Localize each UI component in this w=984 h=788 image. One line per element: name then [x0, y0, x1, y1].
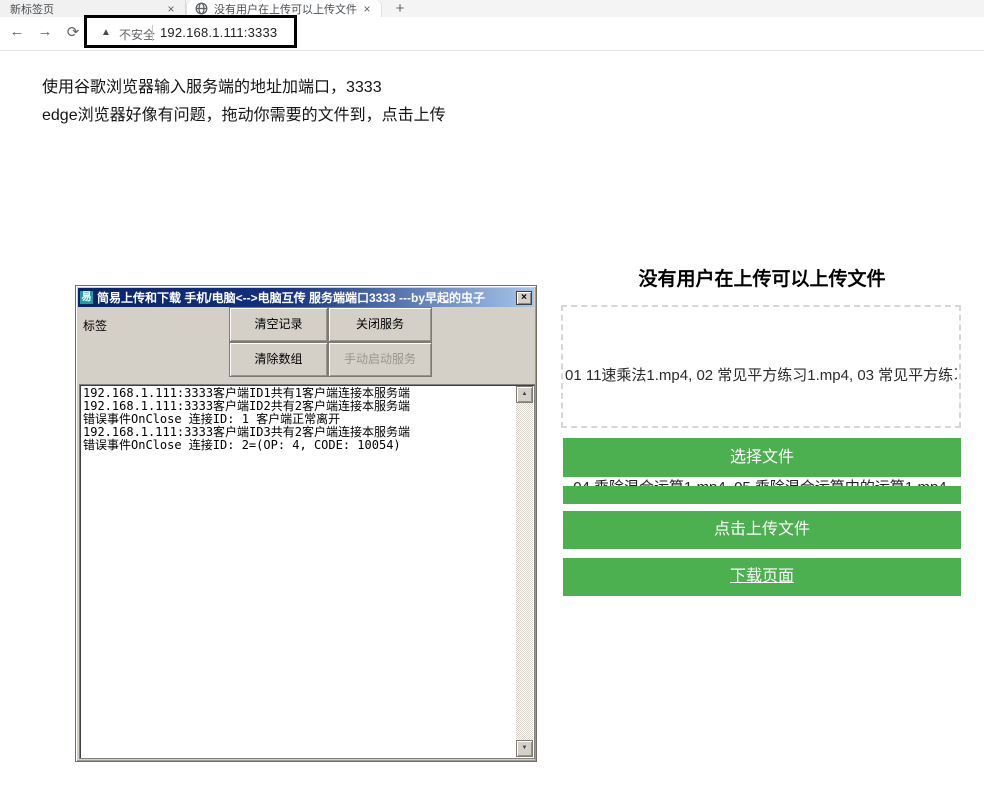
close-icon[interactable]: ×	[359, 2, 375, 16]
button-label: 点击上传文件	[714, 521, 810, 538]
browser-toolbar: ← → ⟳ ▲ 不安全 192.168.1.111:3333	[0, 17, 984, 51]
back-icon[interactable]: ←	[6, 23, 28, 40]
tab-new-tab-page[interactable]: 新标签页 ×	[0, 0, 186, 17]
connection-log-box[interactable]: 192.168.1.111:3333客户端ID1共有1客户端连接本服务端 192…	[79, 384, 535, 759]
tab-upload-page[interactable]: 没有用户在上传可以上传文件 ×	[186, 0, 382, 17]
download-page-link[interactable]: 下载页面	[563, 558, 961, 596]
file-drop-zone[interactable]: 01 11速乘法1.mp4, 02 常见平方练习1.mp4, 03 常见平方练习…	[561, 305, 961, 428]
close-service-button[interactable]: 关闭服务	[328, 307, 432, 342]
button-label: 选择文件	[730, 449, 794, 466]
omnibox-divider	[152, 25, 153, 41]
new-tab-button[interactable]: +	[391, 0, 409, 17]
upload-files-button[interactable]: 点击上传文件	[563, 511, 961, 549]
scroll-up-icon[interactable]: ▲	[516, 386, 533, 403]
window-close-button[interactable]: ×	[516, 291, 532, 305]
clear-array-button[interactable]: 清除数组	[229, 342, 328, 377]
window-title-bar[interactable]: 易 简易上传和下载 手机/电脑<-->电脑互传 服务端端口3333 ---by早…	[78, 288, 534, 307]
address-url[interactable]: 192.168.1.111:3333	[160, 25, 277, 40]
reload-icon[interactable]: ⟳	[62, 23, 84, 41]
log-lines: 192.168.1.111:3333客户端ID1共有1客户端连接本服务端 192…	[83, 387, 514, 452]
window-title: 简易上传和下载 手机/电脑<-->电脑互传 服务端端口3333 ---by早起的…	[97, 289, 516, 306]
instruction-line-2: edge浏览器好像有问题，拖动你需要的文件到，点击上传	[42, 101, 446, 125]
tab-title: 没有用户在上传可以上传文件	[214, 1, 359, 17]
scroll-down-icon[interactable]: ▼	[516, 740, 533, 757]
security-label: 不安全	[119, 26, 155, 43]
progress-bar	[563, 486, 961, 504]
upload-status-heading: 没有用户在上传可以上传文件	[563, 264, 961, 291]
not-secure-warning-icon: ▲	[101, 27, 111, 38]
app-logo-icon: 易	[80, 291, 93, 304]
link-label: 下载页面	[730, 568, 794, 585]
tab-bar: 新标签页 × 没有用户在上传可以上传文件 × +	[0, 0, 984, 17]
log-line: 错误事件OnClose 连接ID: 2=(OP: 4, CODE: 10054)	[83, 439, 514, 452]
uploaded-file-list: 01 11速乘法1.mp4, 02 常见平方练习1.mp4, 03 常见平方练习…	[565, 364, 957, 385]
tab-title: 新标签页	[10, 1, 163, 17]
vertical-scrollbar[interactable]: ▲ ▼	[516, 386, 533, 757]
button-label: 手动启动服务	[329, 343, 431, 376]
globe-icon	[195, 2, 208, 15]
button-label: 清空记录	[230, 308, 327, 341]
manual-start-service-button-disabled: 手动启动服务	[328, 342, 432, 377]
button-label: 关闭服务	[329, 308, 431, 341]
instruction-line-1: 使用谷歌浏览器输入服务端的地址加端口，3333	[42, 73, 382, 97]
server-app-window: 易 简易上传和下载 手机/电脑<-->电脑互传 服务端端口3333 ---by早…	[75, 285, 537, 762]
static-label: 标签	[83, 317, 107, 334]
select-files-button[interactable]: 选择文件	[563, 438, 961, 477]
clear-records-button[interactable]: 清空记录	[229, 307, 328, 342]
forward-icon[interactable]: →	[34, 23, 56, 40]
button-label: 清除数组	[230, 343, 327, 376]
close-icon[interactable]: ×	[163, 2, 179, 16]
